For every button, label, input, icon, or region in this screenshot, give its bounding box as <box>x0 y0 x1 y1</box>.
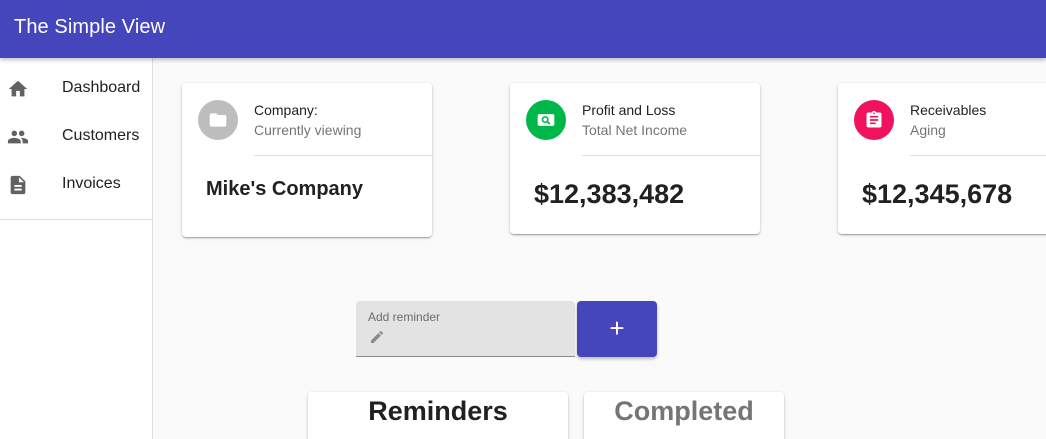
plus-icon: + <box>609 313 625 343</box>
clipboard-icon <box>866 110 882 128</box>
receivables-value: $12,345,678 <box>862 179 1013 209</box>
receivables-avatar <box>854 100 894 140</box>
sidebar-divider <box>0 219 152 220</box>
receivables-card-title: Receivables <box>910 102 987 118</box>
sidebar-item-label: Invoices <box>62 175 121 192</box>
net-income-value: $12,383,482 <box>534 179 685 209</box>
tab-completed[interactable]: Completed <box>584 392 784 439</box>
folder-icon <box>209 113 227 127</box>
home-icon <box>7 78 29 100</box>
profit-avatar <box>526 100 566 140</box>
sidebar-item-customers[interactable]: Customers <box>0 114 152 162</box>
pencil-icon <box>369 329 385 345</box>
receivables-card-subtitle: Aging <box>910 122 946 138</box>
company-name: Mike's Company <box>206 178 364 200</box>
people-icon <box>7 126 29 148</box>
company-avatar <box>198 100 238 140</box>
add-reminder-input[interactable] <box>392 327 567 349</box>
tab-reminders[interactable]: Reminders <box>308 392 568 439</box>
app-title: The Simple View <box>14 16 166 38</box>
sidebar-item-dashboard[interactable]: Dashboard <box>0 66 152 114</box>
add-reminder-label: Add reminder <box>368 310 441 324</box>
tab-completed-label: Completed <box>614 396 754 426</box>
sidebar-item-invoices[interactable]: Invoices <box>0 162 152 210</box>
card-divider <box>254 155 432 156</box>
sidebar-item-label: Customers <box>62 127 140 144</box>
add-reminder-button[interactable]: + <box>577 301 657 357</box>
company-card-title: Company: <box>254 102 318 118</box>
sidebar: Dashboard Customers Invoices <box>0 58 153 439</box>
receivables-card: Receivables Aging $12,345,678 <box>838 83 1046 234</box>
money-search-icon <box>537 114 555 126</box>
card-divider <box>910 155 1046 156</box>
app-bar: The Simple View <box>0 0 1046 58</box>
company-card-subtitle: Currently viewing <box>254 122 362 138</box>
company-card: Company: Currently viewing Mike's Compan… <box>182 83 432 237</box>
add-reminder-field[interactable]: Add reminder <box>356 301 575 357</box>
card-divider <box>582 155 760 156</box>
document-icon <box>7 174 29 196</box>
profit-loss-card: Profit and Loss Total Net Income $12,383… <box>510 83 760 234</box>
profit-card-title: Profit and Loss <box>582 102 676 118</box>
tab-reminders-label: Reminders <box>368 396 508 426</box>
sidebar-item-label: Dashboard <box>62 79 141 96</box>
profit-card-subtitle: Total Net Income <box>582 122 688 138</box>
